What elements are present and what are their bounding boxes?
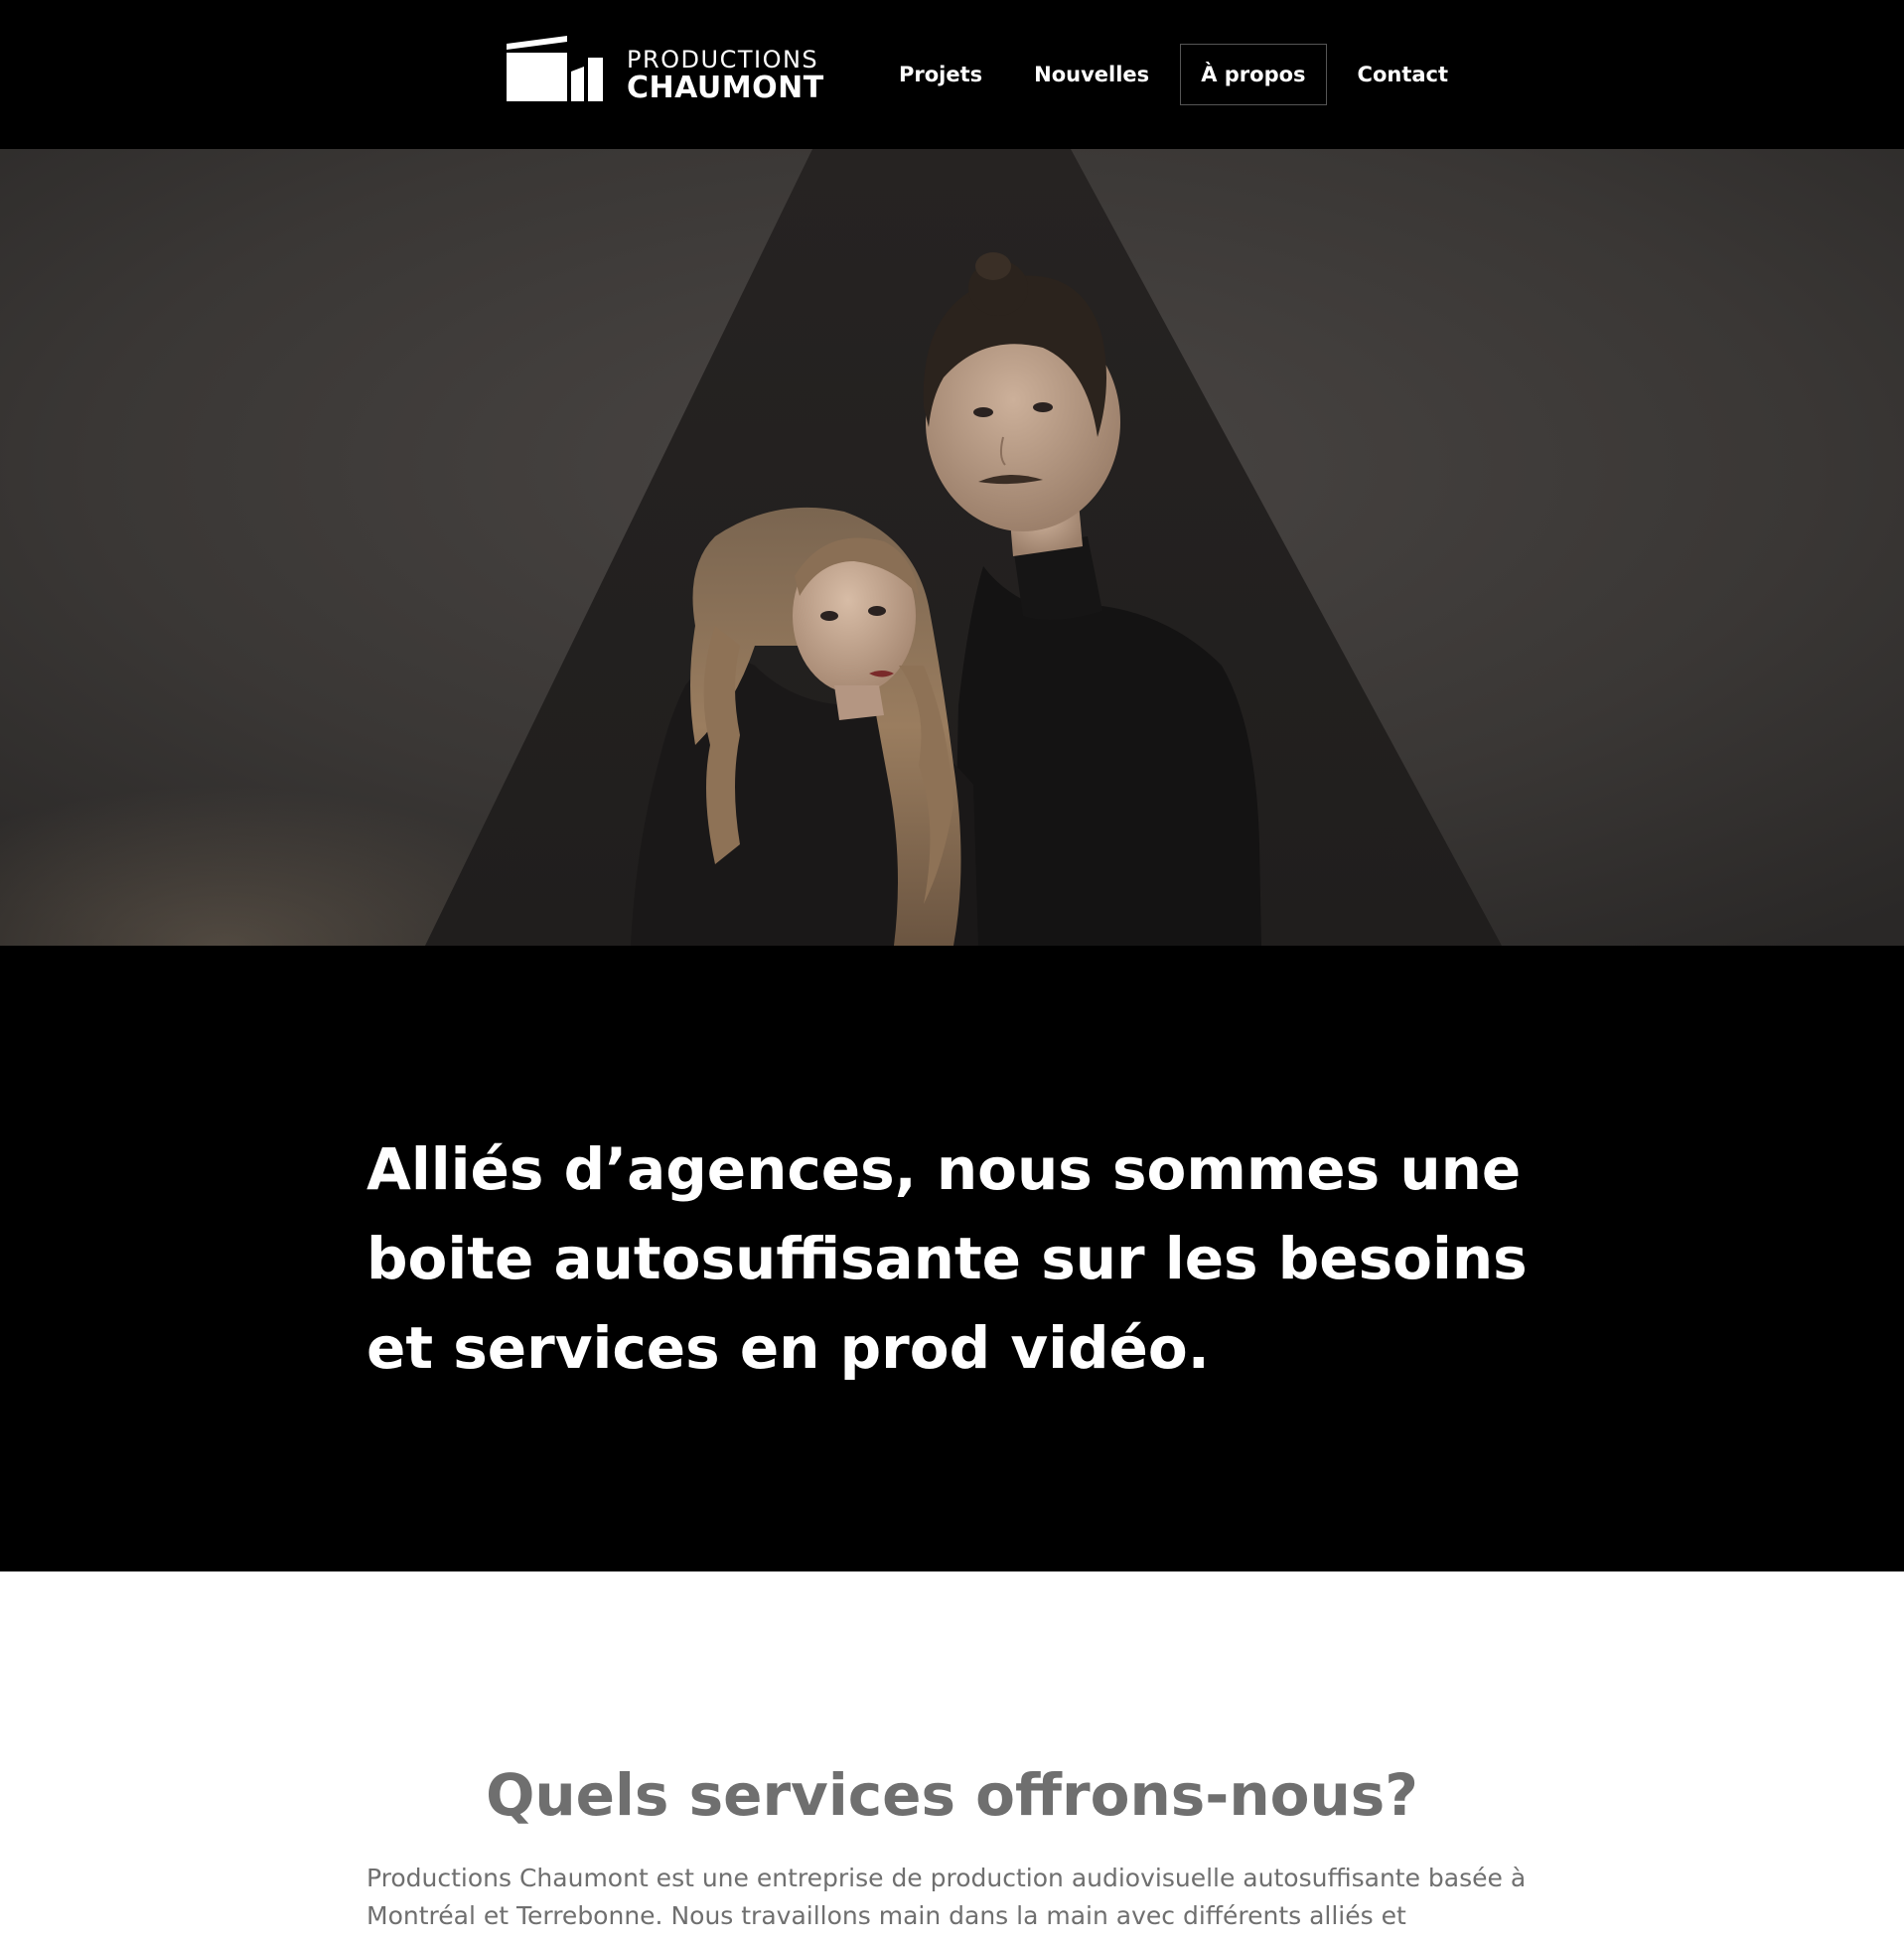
main-nav: Projets Nouvelles À propos Contact bbox=[878, 44, 1479, 105]
site-header: PRODUCTIONS CHAUMONT Projets Nouvelles À… bbox=[0, 0, 1904, 149]
nav-item-a-propos[interactable]: À propos bbox=[1180, 44, 1327, 105]
hero-portrait-illustration bbox=[0, 149, 1904, 946]
tagline-heading: Alliés d’agences, nous sommes une boite … bbox=[366, 1135, 1528, 1382]
nav-item-projets[interactable]: Projets bbox=[878, 44, 1003, 105]
hero-image bbox=[0, 149, 1904, 946]
clapperboard-logo-icon bbox=[507, 36, 603, 101]
tagline-section: Alliés d’agences, nous sommes une boite … bbox=[0, 946, 1904, 1571]
nav-item-nouvelles[interactable]: Nouvelles bbox=[1013, 44, 1170, 105]
services-title: Quels services offrons-nous? bbox=[486, 1761, 1418, 1829]
nav-item-contact[interactable]: Contact bbox=[1337, 44, 1470, 105]
logo-text-chaumont: CHAUMONT bbox=[627, 71, 824, 105]
services-section: Quels services offrons-nous? Productions… bbox=[0, 1571, 1904, 1944]
logo-link[interactable]: PRODUCTIONS CHAUMONT bbox=[505, 34, 838, 105]
logo-text-productions: PRODUCTIONS bbox=[627, 46, 819, 74]
services-intro-text: Productions Chaumont est une entreprise … bbox=[366, 1864, 1527, 1930]
